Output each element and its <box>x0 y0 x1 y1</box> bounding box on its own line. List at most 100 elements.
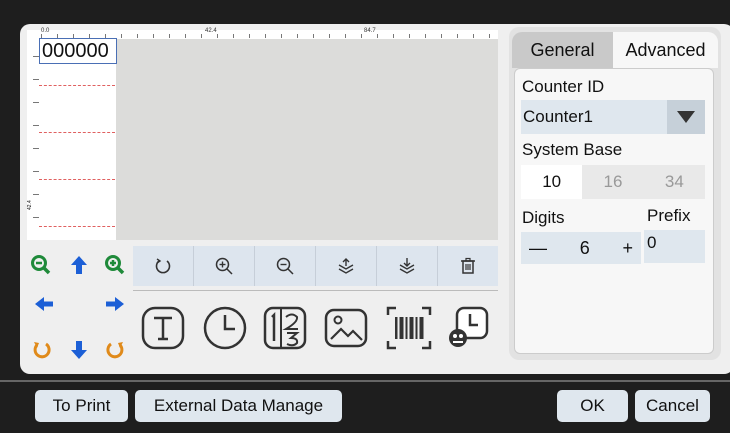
ruler-tick <box>425 34 426 38</box>
bottom-divider <box>0 380 730 382</box>
digits-stepper: — 6 + <box>521 232 641 264</box>
arrow-down-icon <box>71 341 87 359</box>
ruler-tick <box>33 125 39 126</box>
layer-down-button[interactable] <box>377 246 438 286</box>
prefix-input[interactable]: 0 <box>644 230 705 263</box>
counter-object-icon <box>263 306 307 350</box>
ruler-label-42: 42.4 <box>205 28 217 34</box>
zoom-out-button[interactable] <box>255 246 316 286</box>
ruler-tick <box>169 34 170 38</box>
rotate-right-button[interactable] <box>104 339 126 361</box>
canvas-background <box>116 39 498 240</box>
rotate-button[interactable] <box>133 246 194 286</box>
shift-object-icon <box>449 306 489 347</box>
digits-value: 6 <box>579 237 590 258</box>
insert-time-button[interactable] <box>200 303 250 353</box>
ruler-tick <box>377 34 378 38</box>
base-option-10[interactable]: 10 <box>521 165 583 199</box>
arrow-left-icon <box>35 297 53 311</box>
ruler-label-84: 84.7 <box>364 28 376 34</box>
ruler-tick <box>457 34 458 38</box>
ruler-tick <box>201 34 202 38</box>
insert-shift-button[interactable] <box>442 303 492 353</box>
layer-up-icon <box>338 258 354 274</box>
to-print-button[interactable]: To Print <box>35 390 128 422</box>
zoom-out-icon <box>276 257 294 275</box>
system-base-label: System Base <box>522 140 623 159</box>
ruler-top: 0.0 42.4 84.7 <box>27 28 498 38</box>
edit-toolbar <box>133 246 498 286</box>
ruler-tick <box>441 34 442 38</box>
move-right-button[interactable] <box>104 293 126 315</box>
zoom-out-icon <box>31 255 51 275</box>
ruler-tick <box>281 34 282 38</box>
zoom-in-nav-button[interactable] <box>104 254 126 276</box>
move-left-button[interactable] <box>33 293 55 315</box>
delete-button[interactable] <box>438 246 498 286</box>
triangle-down-icon <box>677 111 695 123</box>
rotate-icon <box>155 258 171 274</box>
clock-object-icon <box>203 306 247 350</box>
tab-advanced[interactable]: Advanced <box>613 32 718 68</box>
ruler-tick <box>33 148 39 149</box>
tab-general[interactable]: General <box>512 32 613 68</box>
counter-object[interactable]: 000000 <box>39 38 117 64</box>
ruler-tick <box>329 34 330 38</box>
ruler-tick <box>361 34 362 38</box>
ruler-tick <box>313 34 314 38</box>
insert-counter-button[interactable] <box>260 303 310 353</box>
barcode-object-icon <box>386 306 432 350</box>
ruler-tick <box>33 194 39 195</box>
system-base-selector: 10 16 34 <box>521 165 705 199</box>
dropdown-arrow[interactable] <box>667 100 705 134</box>
cancel-button[interactable]: Cancel <box>635 390 710 422</box>
external-data-manage-button[interactable]: External Data Manage <box>135 390 342 422</box>
ruler-tick <box>489 34 490 38</box>
zoom-in-button[interactable] <box>194 246 255 286</box>
ruler-tick <box>393 34 394 38</box>
row-guide <box>39 132 115 133</box>
ruler-tick <box>249 34 250 38</box>
image-object-icon <box>324 308 368 348</box>
prefix-label: Prefix <box>647 206 691 225</box>
ruler-tick <box>121 34 122 38</box>
row-guide <box>39 85 115 86</box>
text-object-icon <box>141 306 185 350</box>
rotate-left-icon <box>33 342 51 359</box>
ruler-left-label: 42.4 <box>27 200 33 210</box>
row-guide <box>39 226 115 227</box>
base-option-34[interactable]: 34 <box>644 165 705 199</box>
rotate-right-icon <box>106 342 124 359</box>
ruler-tick <box>345 34 346 38</box>
digits-increment-button[interactable]: + <box>622 238 633 259</box>
insert-barcode-button[interactable] <box>384 303 434 353</box>
zoom-in-icon <box>215 257 233 275</box>
ruler-tick <box>297 34 298 38</box>
rotate-left-button[interactable] <box>31 339 53 361</box>
ruler-tick <box>153 34 154 38</box>
layer-up-button[interactable] <box>316 246 377 286</box>
ruler-tick <box>33 79 39 80</box>
arrow-up-icon <box>71 256 87 274</box>
move-up-button[interactable] <box>68 254 90 276</box>
ok-button[interactable]: OK <box>557 390 628 422</box>
base-option-16[interactable]: 16 <box>582 165 643 199</box>
ruler-tick <box>33 217 39 218</box>
ruler-tick <box>473 34 474 38</box>
ruler-label-0: 0.0 <box>41 28 50 34</box>
arrow-right-icon <box>106 297 124 311</box>
ruler-left: 42.4 <box>27 30 39 240</box>
move-down-button[interactable] <box>68 339 90 361</box>
ruler-tick <box>185 34 186 38</box>
counter-id-select[interactable]: Counter1 <box>521 100 705 134</box>
zoom-out-nav-button[interactable] <box>30 254 52 276</box>
insert-text-button[interactable] <box>138 303 188 353</box>
ruler-tick <box>409 34 410 38</box>
row-guide <box>39 179 115 180</box>
ruler-tick <box>137 34 138 38</box>
digits-decrement-button[interactable]: — <box>529 238 547 259</box>
counter-id-value: Counter1 <box>523 107 593 126</box>
label-canvas[interactable]: 0.0 42.4 84.7 42.4 000000 <box>27 28 498 240</box>
insert-image-button[interactable] <box>321 303 371 353</box>
ruler-tick <box>217 34 218 38</box>
